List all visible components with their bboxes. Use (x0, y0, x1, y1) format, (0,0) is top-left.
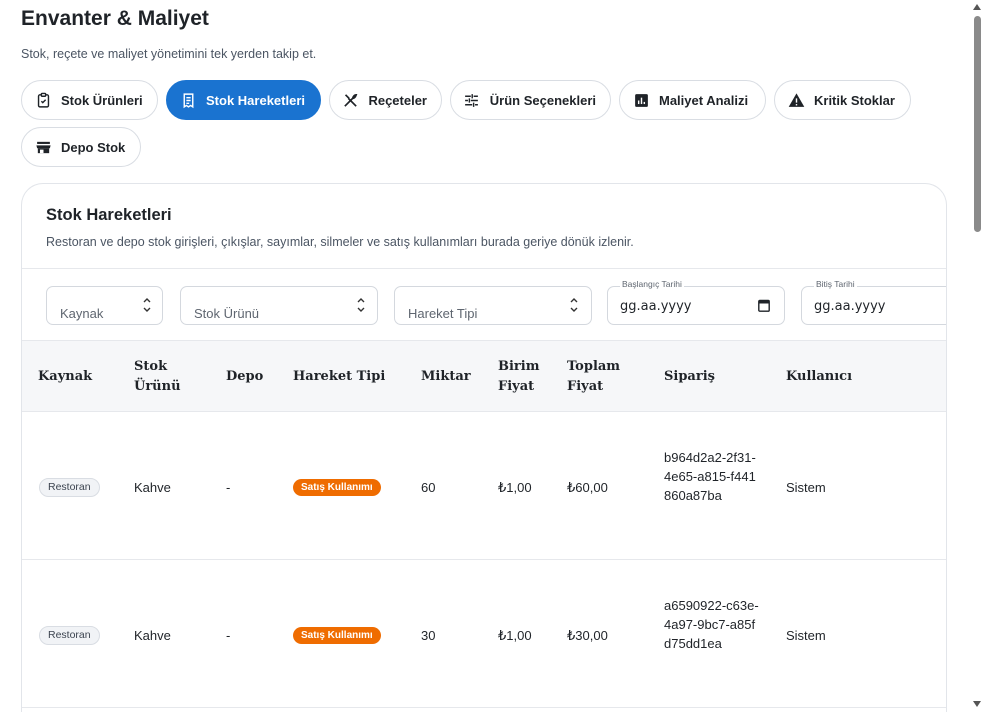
movement-type-select-placeholder: Hareket Tipi (408, 306, 478, 321)
page-subtitle: Stok, reçete ve maliyet yönetimini tek y… (21, 47, 317, 61)
chart-icon (632, 91, 650, 109)
cell-unit-price: ₺1,00 (498, 480, 532, 495)
cell-order-id[interactable]: b964d2a2-2f31-4e65-a815-f441860a87ba (664, 448, 762, 505)
column-header-total-price[interactable]: Toplam Fiyat (567, 357, 627, 397)
cell-unit-price: ₺1,00 (498, 628, 532, 643)
page-scrollbar[interactable] (970, 0, 985, 712)
stock-product-select[interactable]: Stok Ürünü (180, 286, 378, 325)
section-title: Stok Hareketleri (46, 206, 172, 224)
tab-stock-products[interactable]: Stok Ürünleri (21, 80, 158, 120)
sliders-icon (463, 91, 481, 109)
table-row[interactable]: Restoran Kahve - Satış Kullanımı 60 ₺1,0… (22, 412, 946, 560)
movement-type-badge: Satış Kullanımı (293, 479, 381, 496)
column-header-order[interactable]: Sipariş (664, 367, 715, 387)
utensils-icon (342, 91, 359, 109)
tab-label: Reçeteler (368, 92, 427, 108)
tab-depot-stock[interactable]: Depo Stok (21, 127, 141, 167)
table-row[interactable]: Restoran Kahve - Satış Kullanımı 30 ₺1,0… (22, 560, 946, 708)
cell-depot: - (226, 628, 231, 643)
select-arrows-icon (570, 298, 578, 312)
cell-product: Kahve (134, 628, 171, 643)
start-date-field[interactable]: Başlangıç Tarihi gg.aa.yyyy (607, 279, 785, 325)
cell-quantity: 60 (421, 480, 436, 495)
table-header: Kaynak Stok Ürünü Depo Hareket Tipi Mikt… (22, 340, 946, 412)
tab-label: Kritik Stoklar (814, 92, 895, 108)
source-select-placeholder: Kaynak (60, 306, 104, 321)
cell-product: Kahve (134, 480, 171, 495)
cell-order-id[interactable]: a6590922-c63e-4a97-9bc7-a85fd75dd1ea (664, 596, 762, 653)
column-header-depot[interactable]: Depo (226, 367, 263, 387)
store-icon (34, 138, 52, 156)
start-date-label: Başlangıç Tarihi (620, 279, 684, 289)
cell-total-price: ₺60,00 (567, 480, 608, 495)
column-header-source[interactable]: Kaynak (38, 367, 92, 387)
end-date-value: gg.aa.yyyy (814, 299, 886, 314)
scrollbar-thumb[interactable] (974, 16, 981, 232)
tab-stock-movements[interactable]: Stok Hareketleri (166, 80, 321, 120)
cell-user: Sistem (786, 480, 826, 495)
column-header-movement-type[interactable]: Hareket Tipi (293, 367, 385, 387)
filter-bar: Kaynak Stok Ürünü Hareket Tipi Başlangıç… (22, 268, 946, 340)
tab-recipes[interactable]: Reçeteler (329, 80, 442, 120)
source-badge: Restoran (39, 626, 100, 645)
end-date-label: Bitiş Tarihi (814, 279, 857, 289)
tab-critical-stocks[interactable]: Kritik Stoklar (774, 80, 911, 120)
cell-quantity: 30 (421, 628, 436, 643)
tab-label: Stok Ürünleri (61, 92, 143, 108)
tab-label: Ürün Seçenekleri (489, 92, 596, 108)
tab-cost-analysis[interactable]: Maliyet Analizi (619, 80, 766, 120)
source-select[interactable]: Kaynak (46, 286, 163, 325)
cell-user: Sistem (786, 628, 826, 643)
tab-label: Maliyet Analizi (659, 92, 749, 108)
stock-product-select-placeholder: Stok Ürünü (194, 306, 260, 321)
stock-movements-card: Stok Hareketleri Restoran ve depo stok g… (21, 183, 947, 712)
column-header-unit-price[interactable]: Birim Fiyat (498, 357, 539, 397)
scroll-down-arrow-icon[interactable] (973, 701, 981, 707)
movement-type-badge: Satış Kullanımı (293, 627, 381, 644)
column-header-quantity[interactable]: Miktar (421, 367, 471, 387)
tab-product-options[interactable]: Ürün Seçenekleri (450, 80, 611, 120)
tab-label: Depo Stok (61, 139, 126, 155)
select-arrows-icon (357, 298, 365, 312)
movement-type-select[interactable]: Hareket Tipi (394, 286, 592, 325)
end-date-field[interactable]: Bitiş Tarihi gg.aa.yyyy (801, 279, 946, 325)
column-header-user[interactable]: Kullanıcı (786, 367, 852, 387)
column-header-stock-product[interactable]: Stok Ürünü (134, 357, 184, 397)
scroll-up-arrow-icon[interactable] (973, 4, 981, 10)
calendar-icon[interactable] (758, 299, 770, 312)
source-badge: Restoran (39, 478, 100, 497)
cell-total-price: ₺30,00 (567, 628, 608, 643)
receipt-icon (179, 91, 197, 109)
tab-label: Stok Hareketleri (206, 92, 305, 108)
page: Envanter & Maliyet Stok, reçete ve maliy… (0, 0, 970, 712)
warning-icon (787, 91, 805, 109)
cell-depot: - (226, 480, 231, 495)
section-description: Restoran ve depo stok girişleri, çıkışla… (46, 235, 634, 249)
clipboard-icon (34, 91, 52, 109)
select-arrows-icon (143, 298, 151, 312)
start-date-value: gg.aa.yyyy (620, 299, 692, 314)
page-title: Envanter & Maliyet (21, 7, 209, 30)
